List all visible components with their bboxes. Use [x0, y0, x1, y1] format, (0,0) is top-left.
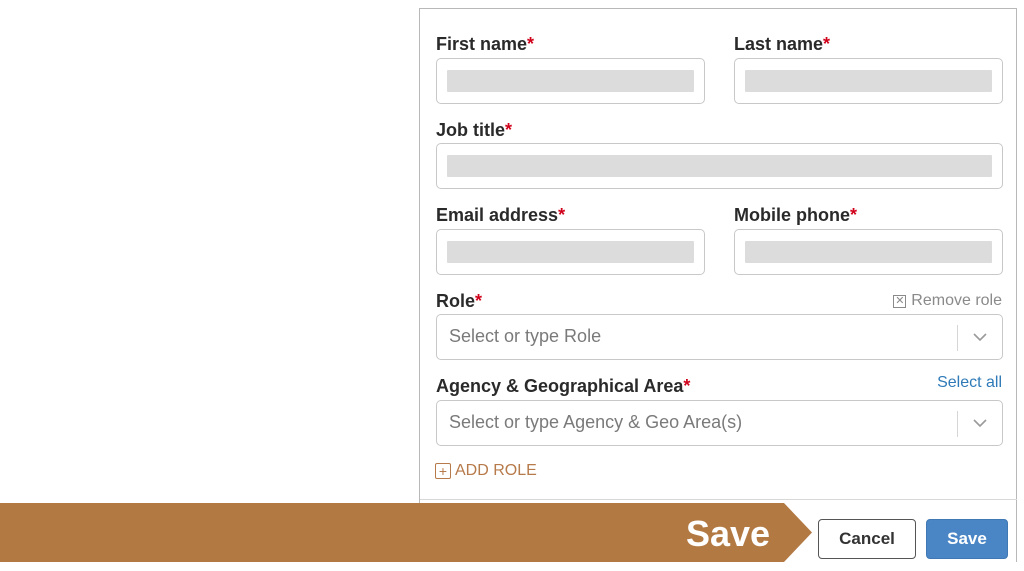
job-title-input[interactable]	[436, 143, 1003, 189]
user-form-panel: First name* Last name* Job title* Email …	[419, 8, 1017, 562]
redacted-value	[447, 70, 694, 92]
chevron-down-icon[interactable]	[972, 332, 988, 342]
required-marker: *	[527, 34, 535, 54]
mobile-phone-label: Mobile phone*	[734, 205, 858, 225]
agency-placeholder: Select or type Agency & Geo Area(s)	[449, 412, 743, 432]
plus-box-icon: +	[435, 463, 451, 479]
add-role-button[interactable]: + ADD ROLE	[435, 462, 537, 480]
required-marker: *	[823, 34, 831, 54]
redacted-value	[745, 241, 992, 263]
agency-geo-select[interactable]: Select or type Agency & Geo Area(s)	[436, 400, 1003, 446]
email-label: Email address*	[436, 205, 566, 225]
redacted-value	[745, 70, 992, 92]
select-separator	[957, 325, 958, 351]
required-marker: *	[683, 376, 691, 396]
role-label: Role*	[436, 291, 483, 311]
required-marker: *	[475, 291, 483, 311]
redacted-value	[447, 155, 992, 177]
first-name-input[interactable]	[436, 58, 705, 104]
required-marker: *	[850, 205, 858, 225]
agency-geo-label: Agency & Geographical Area*	[436, 376, 691, 396]
role-placeholder: Select or type Role	[449, 326, 602, 346]
mobile-phone-input[interactable]	[734, 229, 1003, 275]
save-button[interactable]: Save	[926, 519, 1008, 559]
chevron-down-icon[interactable]	[972, 418, 988, 428]
select-separator	[957, 411, 958, 437]
required-marker: *	[558, 205, 566, 225]
role-select[interactable]: Select or type Role	[436, 314, 1003, 360]
select-all-link[interactable]: Select all	[937, 374, 1002, 392]
footer-divider	[420, 499, 1017, 500]
close-box-icon: ✕	[893, 294, 907, 308]
cancel-button[interactable]: Cancel	[818, 519, 916, 559]
redacted-value	[447, 241, 694, 263]
last-name-input[interactable]	[734, 58, 1003, 104]
email-input[interactable]	[436, 229, 705, 275]
save-callout-text: Save	[686, 513, 771, 554]
remove-role-button[interactable]: ✕ Remove role	[893, 292, 1002, 310]
required-marker: *	[505, 120, 513, 140]
first-name-label: First name*	[436, 34, 535, 54]
job-title-label: Job title*	[436, 120, 513, 140]
last-name-label: Last name*	[734, 34, 831, 54]
